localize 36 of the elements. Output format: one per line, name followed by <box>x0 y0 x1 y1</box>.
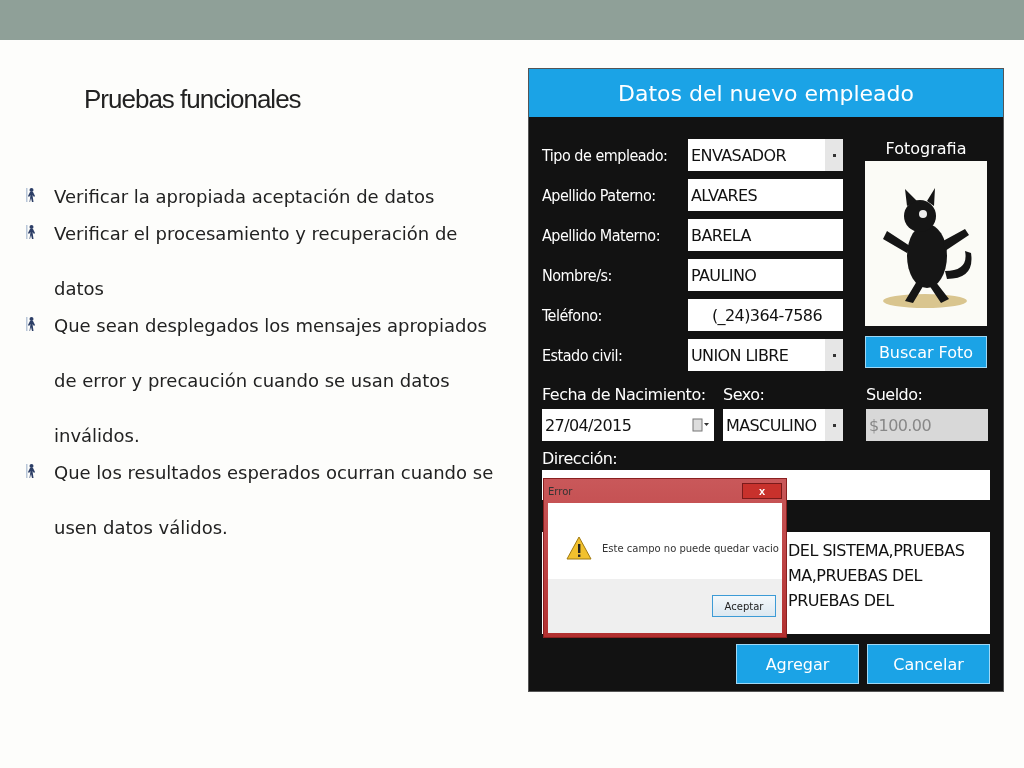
date-field[interactable]: 27/04/2015 <box>542 409 714 441</box>
photo-label: Fotografia <box>884 139 968 160</box>
close-button[interactable]: x <box>742 483 782 499</box>
dropdown[interactable]: UNION LIBRE <box>688 339 843 371</box>
field-label: Apellido Materno: <box>542 225 661 245</box>
slide-title: Pruebas funcionales <box>84 84 302 115</box>
field-label: Fecha de Nacimiento: <box>542 385 707 406</box>
bullet-text: Verificar el procesamiento y recuperación de datos <box>54 222 459 301</box>
field-label: Tipo de empleado: <box>542 145 669 165</box>
bullet-text: Que los resultados esperados ocurran cuando se usen datos válidos. <box>54 461 494 540</box>
field-label: Estado civil: <box>542 345 624 365</box>
form-header: Datos del nuevo empleado <box>529 69 1003 117</box>
field-label: Apellido Paterno: <box>542 185 657 205</box>
ok-button[interactable]: Aceptar <box>712 595 776 617</box>
field-label: Dirección: <box>542 449 618 468</box>
field-label: Teléfono: <box>542 305 603 325</box>
warning-icon <box>566 536 592 560</box>
input-field[interactable]: BARELA <box>688 219 843 251</box>
dropdown[interactable]: ENVASADOR <box>688 139 843 171</box>
figure-bullet-icon <box>26 316 36 332</box>
dialog-message: Este campo no puede quedar vacio <box>602 542 779 554</box>
calendar-icon <box>692 417 710 433</box>
dropdown[interactable]: MASCULINO <box>723 409 843 441</box>
dialog-title: Error <box>548 485 573 497</box>
input-field: $100.00 <box>866 409 988 441</box>
input-field[interactable]: (_24)364-7586 <box>688 299 843 331</box>
field-label: Nombre/s: <box>542 265 613 285</box>
field-label: Sueldo: <box>866 385 924 406</box>
figure-bullet-icon <box>26 463 36 479</box>
figure-bullet-icon <box>26 187 36 203</box>
input-field[interactable]: PAULINO <box>688 259 843 291</box>
figure-bullet-icon <box>26 224 36 240</box>
bullet-text: Que sean desplegados los mensajes apropiados de error y precaución cuando se usan datos inválidos. <box>54 314 488 448</box>
input-field[interactable]: ALVARES <box>688 179 843 211</box>
field-label: Sexo: <box>723 385 766 406</box>
bullet-text: Verificar la apropiada aceptación de datos <box>54 185 436 209</box>
